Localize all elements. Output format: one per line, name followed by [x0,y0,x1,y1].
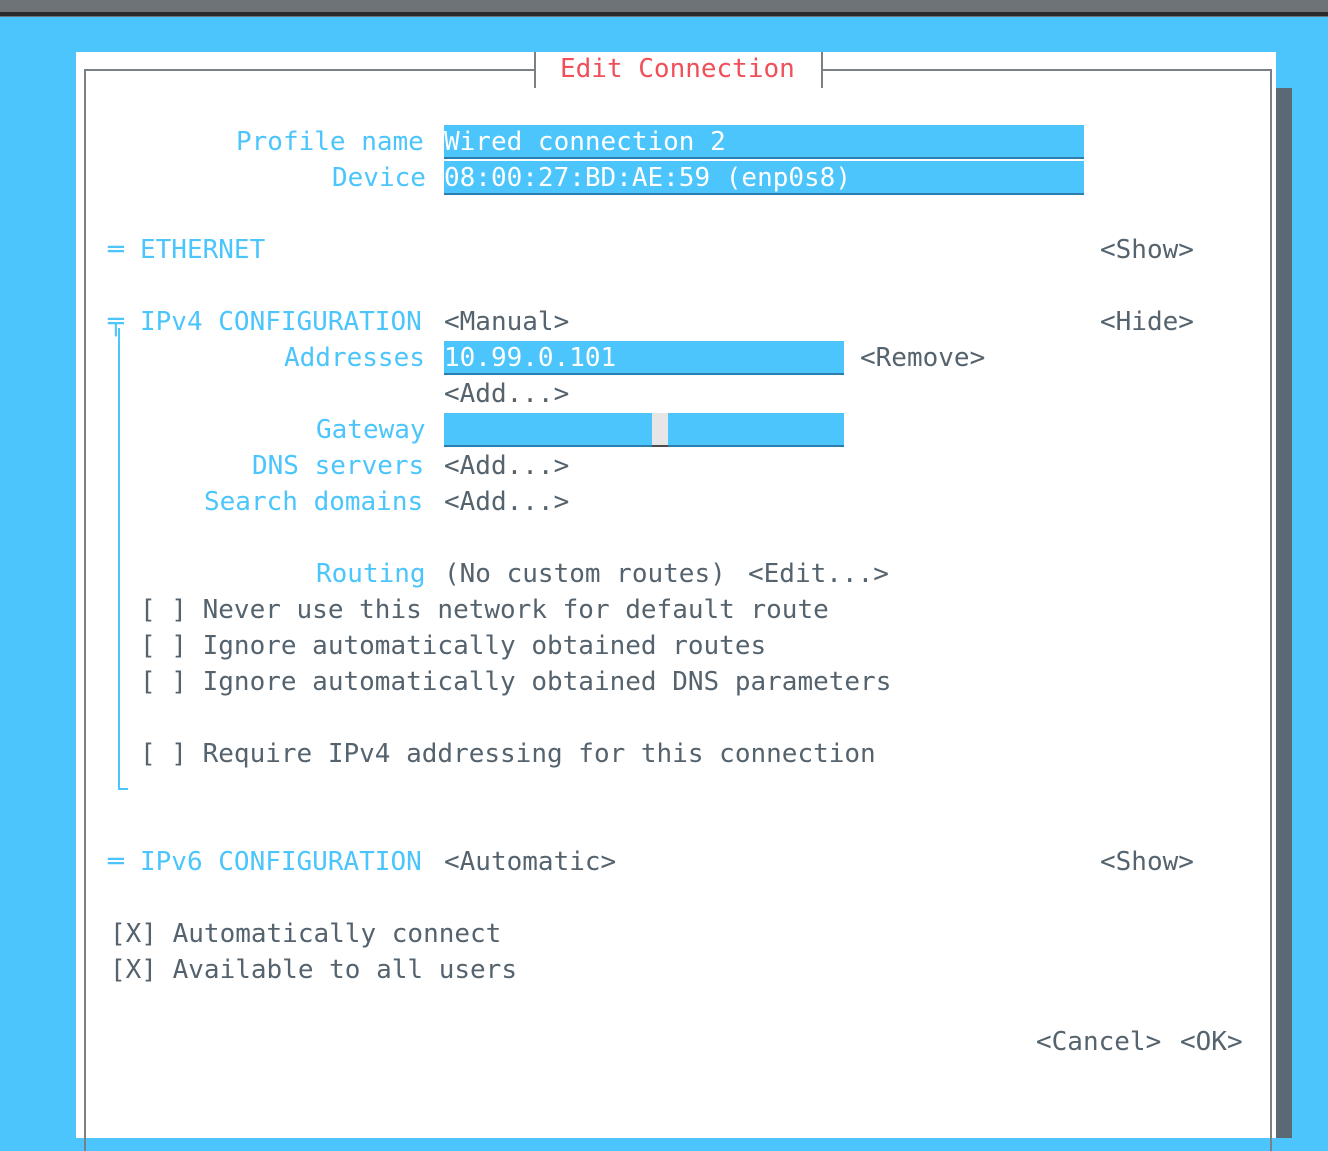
device-input[interactable]: 08:00:27:BD:AE:59 (enp0s8) [444,161,1084,195]
text-cursor [652,413,668,447]
dialog-shadow [1276,88,1292,1138]
search-domains-label: Search domains [204,487,424,517]
gateway-input[interactable]: 255.255.255.0 [444,413,844,479]
ipv6-section-title: IPv6 CONFIGURATION [140,847,422,877]
profile-name-label: Profile name [236,127,424,157]
addresses-label: Addresses [284,343,425,373]
add-address-button[interactable]: <Add...> [444,377,569,411]
device-label: Device [332,163,426,193]
ipv4-section-bracket-end [118,788,128,790]
window-top-border [0,12,1328,16]
text-cursor-underline [652,445,668,447]
profile-name-input[interactable]: Wired connection 2 [444,125,1084,159]
dialog-title-box: Edit Connection [534,52,823,88]
remove-address-button[interactable]: <Remove> [860,341,985,375]
add-search-domain-button[interactable]: <Add...> [444,485,569,519]
ipv4-mode-dropdown[interactable]: <Manual> [444,305,569,339]
ethernet-collapse-marker: ═ [108,235,124,265]
ipv6-collapse-marker: ═ [108,847,124,877]
never-default-route-checkbox[interactable]: [ ] Never use this network for default r… [140,593,829,627]
ethernet-section-title: ETHERNET [140,235,266,265]
ipv4-section-title: IPv4 CONFIGURATION [140,307,422,337]
require-ipv4-checkbox[interactable]: [ ] Require IPv4 addressing for this con… [140,737,876,771]
ignore-auto-dns-checkbox[interactable]: [ ] Ignore automatically obtained DNS pa… [140,665,891,699]
ipv4-expand-marker: ╤ [108,307,124,337]
available-to-all-users-checkbox[interactable]: [X] Available to all users [110,953,517,987]
cancel-button[interactable]: <Cancel> [1036,1025,1161,1059]
ok-button[interactable]: <OK> [1180,1025,1243,1059]
add-dns-button[interactable]: <Add...> [444,449,569,483]
ipv4-hide-button[interactable]: <Hide> [1100,305,1194,339]
address-input[interactable]: 10.99.0.101 [444,341,844,375]
dialog-title: Edit Connection [560,54,795,84]
routing-label: Routing [316,559,426,589]
ipv6-show-button[interactable]: <Show> [1100,845,1194,879]
dns-servers-label: DNS servers [252,451,425,481]
gateway-label: Gateway [316,415,426,445]
routing-value: (No custom routes) [444,559,726,589]
auto-connect-checkbox[interactable]: [X] Automatically connect [110,917,501,951]
edit-connection-dialog: Edit Connection Profile name Wired conne… [76,52,1276,1151]
ethernet-show-button[interactable]: <Show> [1100,233,1194,267]
edit-routes-button[interactable]: <Edit...> [748,557,889,591]
ipv6-mode-dropdown[interactable]: <Automatic> [444,845,616,879]
ipv4-section-bracket [118,328,120,790]
ignore-auto-routes-checkbox[interactable]: [ ] Ignore automatically obtained routes [140,629,766,663]
